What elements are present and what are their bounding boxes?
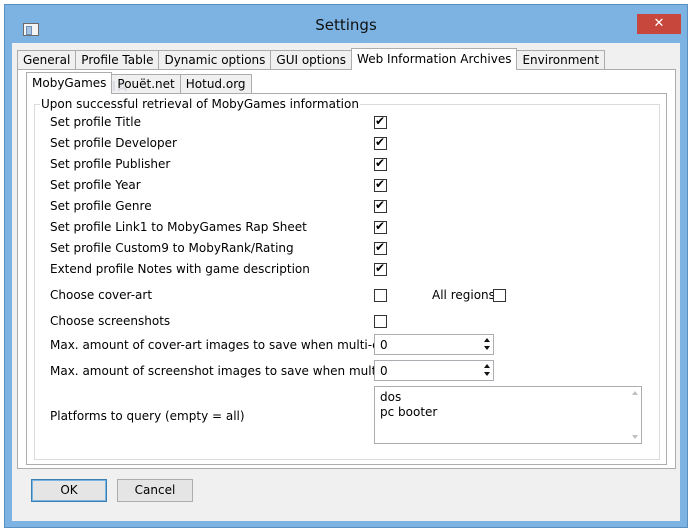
close-button[interactable]: ✕ [637,14,681,34]
platforms-listbox[interactable]: dos pc booter [374,386,642,444]
option-label-genre: Set profile Genre [50,199,152,213]
all-regions-label: All regions [432,288,495,302]
scroll-down-icon[interactable] [632,435,638,439]
title-bar[interactable]: Settings ✕ [5,5,687,43]
settings-window: Settings ✕ General Profile Table Dynamic… [4,4,688,528]
max-screens-value: 0 [380,364,388,378]
web-archives-panel: MobyGames Pouët.net Hotud.org SOFTPEDIA … [17,69,676,469]
window-title: Settings [315,16,377,34]
spin-up-icon[interactable] [484,338,490,342]
option-label-title: Set profile Title [50,115,141,129]
main-tab-strip: General Profile Table Dynamic options GU… [17,48,606,70]
cancel-button[interactable]: Cancel [117,479,193,502]
checkbox-developer[interactable] [374,135,387,150]
ok-button[interactable]: OK [31,479,107,502]
subtab-hotud[interactable]: Hotud.org [179,74,252,94]
checkbox-title[interactable] [374,114,387,129]
checkbox-all-regions[interactable] [493,289,506,302]
screenshots-label: Choose screenshots [50,314,171,328]
tab-general[interactable]: General [17,50,77,70]
max-cover-spin-buttons[interactable] [484,336,492,353]
tab-profile-table[interactable]: Profile Table [75,50,160,70]
option-label-custom9: Set profile Custom9 to MobyRank/Rating [50,241,294,255]
list-item[interactable]: pc booter [380,405,437,420]
checkbox-link1[interactable] [374,219,387,234]
option-label-developer: Set profile Developer [50,136,177,150]
tab-environment[interactable]: Environment [516,50,606,70]
tab-web-information-archives[interactable]: Web Information Archives [351,48,518,70]
mobygames-panel: SOFTPEDIA Upon successful retrieval of M… [26,80,667,465]
checkbox-custom9[interactable] [374,240,387,255]
spin-down-icon[interactable] [484,346,490,350]
sub-tab-strip: MobyGames Pouët.net Hotud.org [26,72,252,94]
option-label-link1: Set profile Link1 to MobyGames Rap Sheet [50,220,307,234]
platforms-scrollbar[interactable] [629,387,641,443]
spin-down-icon[interactable] [484,372,490,376]
max-cover-label: Max. amount of cover-art images to save … [50,338,414,352]
max-cover-spinbox[interactable]: 0 [374,334,494,355]
max-screens-spinbox[interactable]: 0 [374,360,494,381]
tab-gui-options[interactable]: GUI options [270,50,353,70]
platforms-items: dos pc booter [380,390,437,420]
dialog-client: General Profile Table Dynamic options GU… [12,43,680,521]
option-label-notes: Extend profile Notes with game descripti… [50,262,310,276]
platforms-label: Platforms to query (empty = all) [50,409,245,423]
scroll-up-icon[interactable] [632,391,638,395]
cover-art-label: Choose cover-art [50,288,153,302]
checkbox-notes[interactable] [374,261,387,276]
option-label-publisher: Set profile Publisher [50,157,171,171]
max-screens-label: Max. amount of screenshot images to save… [50,364,426,378]
spin-up-icon[interactable] [484,364,490,368]
checkbox-publisher[interactable] [374,156,387,171]
close-icon: ✕ [653,16,665,31]
checkbox-genre[interactable] [374,198,387,213]
option-label-year: Set profile Year [50,178,141,192]
checkbox-screenshots[interactable] [374,315,387,328]
checkbox-cover-art[interactable] [374,289,387,302]
list-item[interactable]: dos [380,390,437,405]
subtab-mobygames[interactable]: MobyGames [26,72,113,94]
max-screens-spin-buttons[interactable] [484,362,492,379]
checkbox-year[interactable] [374,177,387,192]
tab-dynamic-options[interactable]: Dynamic options [158,50,272,70]
max-cover-value: 0 [380,338,388,352]
group-title: Upon successful retrieval of MobyGames i… [40,97,360,111]
retrieval-groupbox: Upon successful retrieval of MobyGames i… [34,97,660,460]
